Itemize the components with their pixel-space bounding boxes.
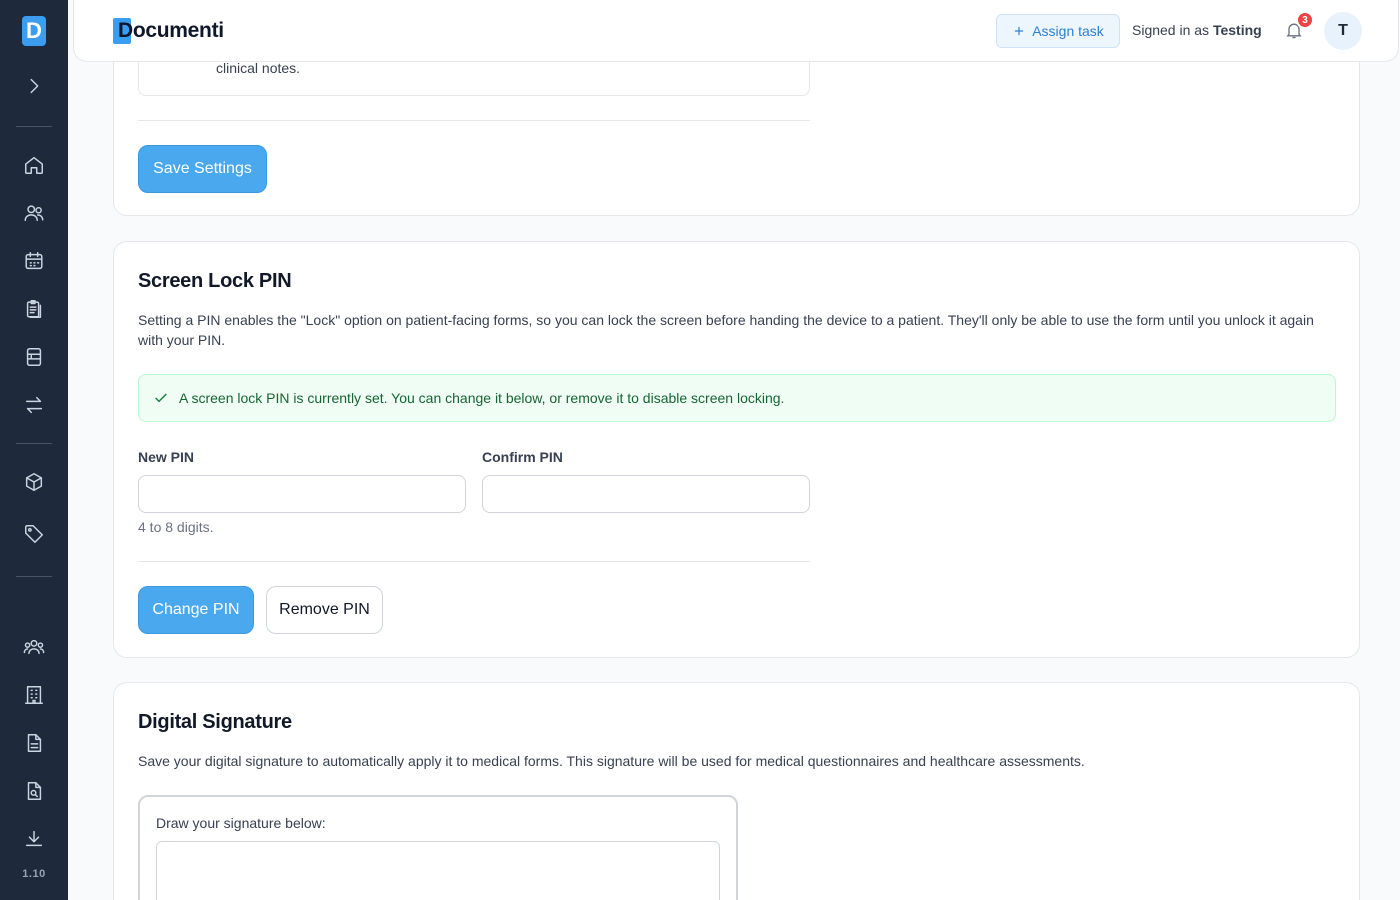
signature-card-description: Save your digital signature to automatic… — [138, 753, 1085, 769]
cube-icon[interactable] — [21, 469, 47, 495]
signed-in-prefix: Signed in as — [1132, 22, 1210, 38]
screen-lock-pin-card: Screen Lock PIN Setting a PIN enables th… — [113, 241, 1360, 658]
building-icon[interactable] — [21, 682, 47, 708]
new-pin-input[interactable] — [138, 475, 466, 513]
pin-card-description: Setting a PIN enables the "Lock" option … — [138, 312, 1314, 348]
transfer-icon[interactable] — [21, 392, 47, 418]
users-icon[interactable] — [21, 200, 47, 226]
brand-name: Documenti — [118, 19, 224, 42]
app-logo[interactable]: D — [22, 16, 46, 46]
confirm-pin-label: Confirm PIN — [482, 449, 563, 465]
signature-card-title: Digital Signature — [138, 711, 292, 733]
pin-status-alert: A screen lock PIN is currently set. You … — [138, 374, 1336, 422]
download-icon[interactable] — [21, 826, 47, 852]
check-icon — [155, 393, 167, 403]
home-icon[interactable] — [21, 152, 47, 178]
chevron-right-icon[interactable] — [21, 73, 47, 99]
pin-status-text: A screen lock PIN is currently set. You … — [179, 390, 785, 406]
signature-canvas[interactable] — [156, 841, 720, 900]
notification-badge: 3 — [1296, 11, 1314, 29]
sidebar: D 1.10 — [0, 0, 68, 900]
settings-option-text: clinical notes. — [216, 60, 301, 76]
clipboard-icon[interactable] — [21, 296, 47, 322]
search-document-icon[interactable] — [21, 778, 47, 804]
top-bar: Documenti Assign task Signed in as Testi… — [73, 0, 1399, 62]
signed-in-text: Signed in as Testing — [1132, 22, 1262, 38]
assign-task-button[interactable]: Assign task — [996, 14, 1120, 48]
pin-card-title: Screen Lock PIN — [138, 270, 292, 292]
sidebar-divider — [16, 126, 52, 127]
remove-pin-button[interactable]: Remove PIN — [266, 586, 383, 634]
app-version: 1.10 — [22, 868, 46, 880]
team-icon[interactable] — [21, 634, 47, 660]
pin-divider — [138, 561, 810, 562]
document-icon[interactable] — [21, 730, 47, 756]
sidebar-divider — [16, 576, 52, 577]
signed-in-user: Testing — [1212, 22, 1262, 38]
brand-logo[interactable]: Documenti — [113, 16, 224, 46]
confirm-pin-input[interactable] — [482, 475, 810, 513]
plus-icon — [1015, 26, 1024, 36]
change-pin-button[interactable]: Change PIN — [138, 586, 254, 634]
signature-draw-label: Draw your signature below: — [156, 815, 326, 831]
signature-box: Draw your signature below: — [138, 795, 738, 900]
avatar[interactable]: T — [1324, 12, 1362, 50]
digital-signature-card: Digital Signature Save your digital sign… — [113, 682, 1360, 900]
new-pin-label: New PIN — [138, 449, 195, 465]
pin-hint: 4 to 8 digits. — [138, 519, 214, 535]
settings-divider — [138, 120, 810, 121]
sidebar-divider — [16, 443, 52, 444]
save-settings-button[interactable]: Save Settings — [138, 145, 267, 193]
assign-task-label: Assign task — [1032, 23, 1104, 39]
tag-icon[interactable] — [21, 521, 47, 547]
calendar-icon[interactable] — [21, 248, 47, 274]
form-icon[interactable] — [21, 344, 47, 370]
